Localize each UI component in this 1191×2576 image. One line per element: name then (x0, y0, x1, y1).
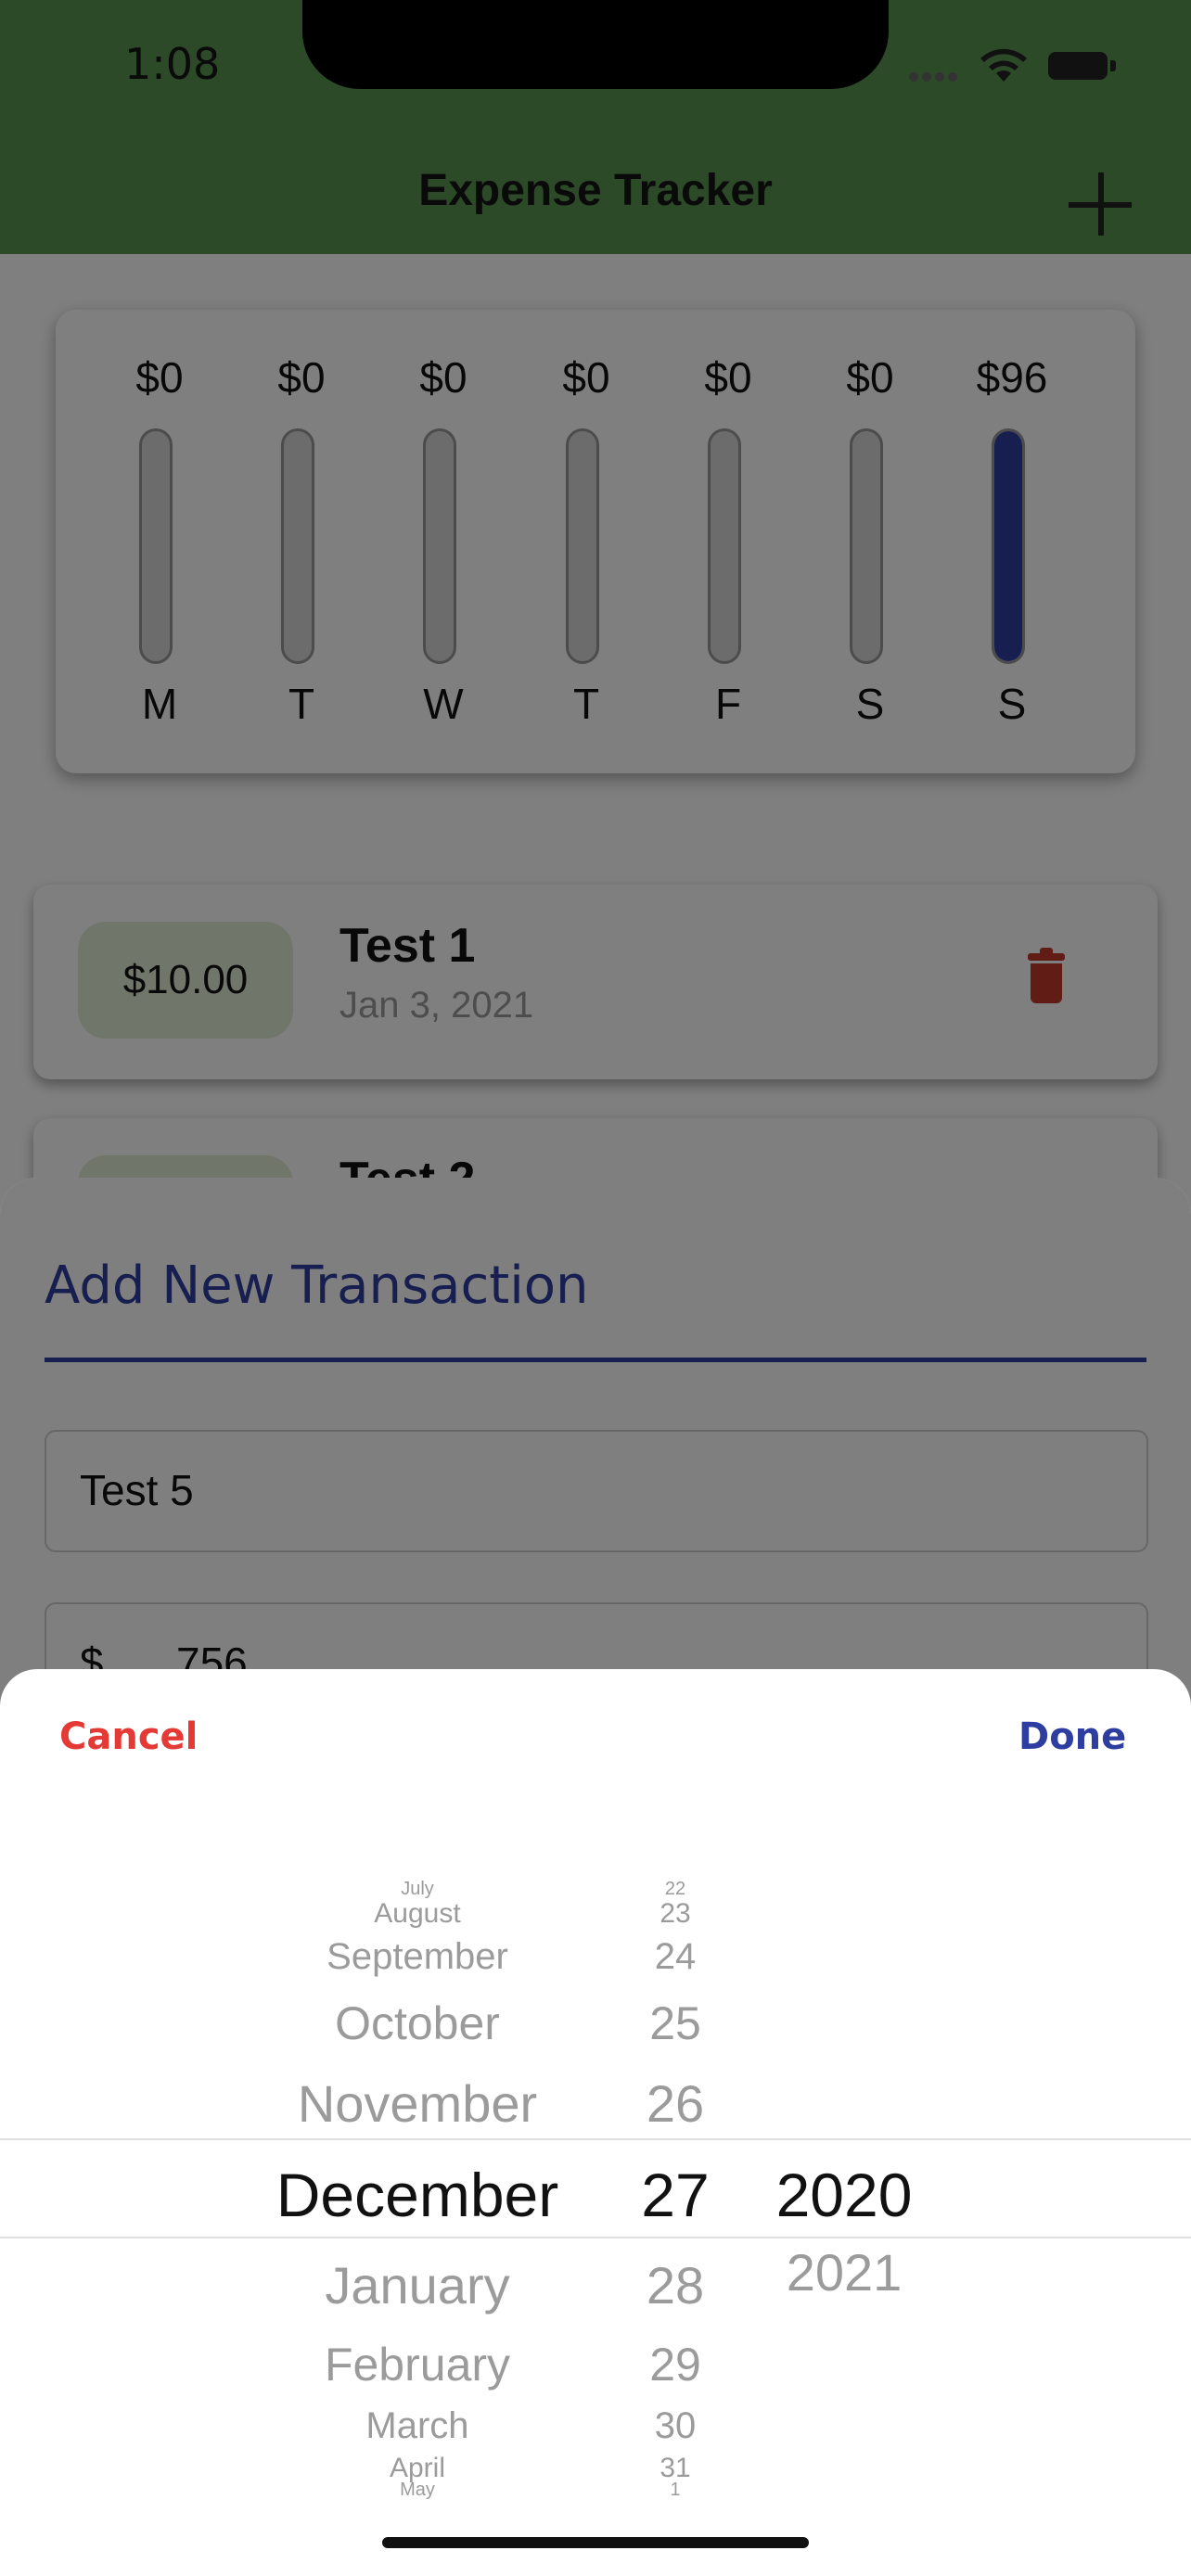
picker-month-option[interactable]: September (232, 1936, 603, 1978)
picker-month-option[interactable]: August (232, 1898, 603, 1930)
battery-tip (1110, 60, 1116, 71)
picker-day-option[interactable]: 26 (620, 2073, 731, 2134)
picker-month-option[interactable]: March (232, 2405, 603, 2447)
picker-month-option[interactable]: November (232, 2073, 603, 2134)
page-title: Expense Tracker (418, 166, 773, 215)
picker-month-option[interactable]: January (232, 2255, 603, 2315)
done-button[interactable]: Done (1018, 1715, 1126, 1758)
cancel-button[interactable]: Cancel (59, 1715, 198, 1758)
picker-day-option[interactable]: 28 (620, 2255, 731, 2315)
picker-month-option[interactable]: July (232, 1879, 603, 1900)
picker-day-option[interactable]: 29 (620, 2338, 731, 2391)
plus-icon[interactable] (1063, 167, 1137, 241)
home-indicator (382, 2537, 809, 2548)
battery-icon (1048, 52, 1108, 80)
picker-day-option[interactable]: 24 (620, 1936, 731, 1978)
picker-day-option[interactable]: 25 (620, 1996, 731, 2050)
status-time: 1:08 (124, 39, 221, 89)
cellular-signal-icon (909, 0, 965, 93)
picker-day-option[interactable]: 1 (620, 2480, 731, 2501)
picker-day-option[interactable]: 22 (620, 1879, 731, 1900)
device-notch (302, 0, 889, 89)
picker-month-option[interactable]: February (232, 2338, 603, 2391)
picker-month-option[interactable]: December (232, 2160, 603, 2230)
picker-day-option[interactable]: 30 (620, 2405, 731, 2447)
picker-day-option[interactable]: 23 (620, 1898, 731, 1930)
picker-year-option[interactable]: 2020 (751, 2160, 937, 2230)
picker-month-option[interactable]: October (232, 1996, 603, 2050)
picker-year-option[interactable]: 2021 (751, 2242, 937, 2302)
picker-day-option[interactable]: 27 (620, 2160, 731, 2230)
picker-month-option[interactable]: May (232, 2480, 603, 2501)
wifi-icon (980, 48, 1027, 82)
